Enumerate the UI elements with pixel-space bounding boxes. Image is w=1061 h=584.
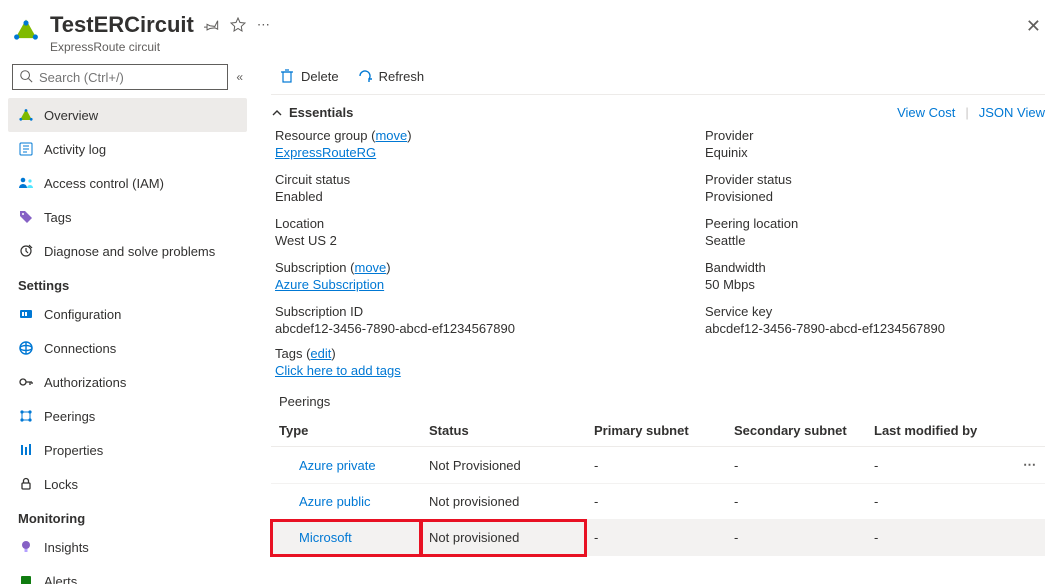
field-value: West US 2 [275, 233, 695, 248]
peerings-icon [18, 408, 34, 424]
search-input-wrapper[interactable] [12, 64, 228, 90]
locks-icon [18, 476, 34, 492]
alerts-icon [18, 573, 34, 584]
sidebar-item-configuration[interactable]: Configuration [8, 297, 247, 331]
search-icon [19, 69, 33, 86]
refresh-button[interactable]: Refresh [357, 68, 425, 84]
move-link[interactable]: move [375, 128, 407, 143]
expressroute-icon [12, 16, 40, 44]
page-subtitle: ExpressRoute circuit [50, 40, 272, 54]
table-row[interactable]: Azure public Not provisioned - - - [271, 484, 1045, 520]
peering-type-link[interactable]: Microsoft [279, 530, 352, 545]
field-label: Subscription (move) [275, 260, 695, 275]
field-label: Subscription ID [275, 304, 695, 319]
sidebar-item-label: Overview [44, 108, 98, 123]
col-type: Type [271, 415, 421, 447]
sidebar-item-label: Configuration [44, 307, 121, 322]
field-label: Bandwidth [705, 260, 1045, 275]
sidebar-item-label: Tags [44, 210, 71, 225]
field-label: Service key [705, 304, 1045, 319]
field-value: Equinix [705, 145, 1045, 160]
search-input[interactable] [39, 70, 221, 85]
view-cost-link[interactable]: View Cost [897, 105, 955, 120]
sidebar-item-label: Diagnose and solve problems [44, 244, 215, 259]
expressroute-small-icon [18, 107, 34, 123]
sidebar-item-alerts[interactable]: Alerts [8, 564, 247, 584]
essentials-toggle[interactable]: Essentials [271, 105, 353, 120]
sidebar-item-peerings[interactable]: Peerings [8, 399, 247, 433]
peering-type-link[interactable]: Azure private [279, 458, 376, 473]
star-icon[interactable] [230, 17, 246, 33]
sidebar-item-overview[interactable]: Overview [8, 98, 247, 132]
chevron-up-icon [271, 107, 283, 119]
sidebar-item-diagnose[interactable]: Diagnose and solve problems [8, 234, 247, 268]
sidebar-item-authorizations[interactable]: Authorizations [8, 365, 247, 399]
activity-log-icon [18, 141, 34, 157]
sidebar-item-properties[interactable]: Properties [8, 433, 247, 467]
table-row[interactable]: Azure private Not Provisioned - - - ⋯ [271, 447, 1045, 484]
peering-type-link[interactable]: Azure public [279, 494, 371, 509]
json-view-link[interactable]: JSON View [979, 105, 1045, 120]
subscription-link[interactable]: Azure Subscription [275, 277, 384, 292]
field-label: Resource group (move) [275, 128, 695, 143]
col-primary: Primary subnet [586, 415, 726, 447]
col-secondary: Secondary subnet [726, 415, 866, 447]
sidebar-item-connections[interactable]: Connections [8, 331, 247, 365]
diagnose-icon [18, 243, 34, 259]
sidebar-item-label: Properties [44, 443, 103, 458]
field-label: Provider [705, 128, 1045, 143]
table-row[interactable]: Microsoft Not provisioned - - - [271, 520, 1045, 556]
close-icon[interactable]: ✕ [1022, 12, 1045, 41]
sidebar-item-locks[interactable]: Locks [8, 467, 247, 501]
sidebar-item-label: Locks [44, 477, 78, 492]
authorizations-icon [18, 374, 34, 390]
sidebar-item-label: Alerts [44, 574, 77, 584]
insights-icon [18, 539, 34, 555]
page-title: TestERCircuit [50, 12, 194, 38]
field-value: Enabled [275, 189, 695, 204]
delete-button[interactable]: Delete [279, 68, 339, 84]
row-more-icon[interactable]: ⋯ [1015, 447, 1045, 484]
sidebar-item-label: Insights [44, 540, 89, 555]
tags-label: Tags (edit) [275, 346, 1045, 361]
peerings-table: Type Status Primary subnet Secondary sub… [271, 415, 1045, 556]
resource-group-link[interactable]: ExpressRouteRG [275, 145, 376, 160]
more-icon[interactable]: ⋯ [256, 17, 272, 33]
access-control-icon [18, 175, 34, 191]
sidebar-item-label: Access control (IAM) [44, 176, 164, 191]
col-lastmod: Last modified by [866, 415, 1015, 447]
sidebar-item-label: Peerings [44, 409, 95, 424]
field-value: 50 Mbps [705, 277, 1045, 292]
collapse-sidebar-icon[interactable]: « [236, 70, 243, 84]
field-value: abcdef12-3456-7890-abcd-ef1234567890 [705, 321, 1045, 336]
pin-icon[interactable] [204, 17, 220, 33]
connections-icon [18, 340, 34, 356]
sidebar-item-label: Authorizations [44, 375, 126, 390]
field-value: Seattle [705, 233, 1045, 248]
sidebar-section-settings: Settings [8, 268, 247, 297]
edit-tags-link[interactable]: edit [310, 346, 331, 361]
sidebar-item-access-control[interactable]: Access control (IAM) [8, 166, 247, 200]
field-label: Peering location [705, 216, 1045, 231]
sidebar-item-insights[interactable]: Insights [8, 530, 247, 564]
field-value: Provisioned [705, 189, 1045, 204]
field-label: Provider status [705, 172, 1045, 187]
sidebar-section-monitoring: Monitoring [8, 501, 247, 530]
sidebar-item-tags[interactable]: Tags [8, 200, 247, 234]
sidebar-item-label: Activity log [44, 142, 106, 157]
properties-icon [18, 442, 34, 458]
peerings-heading: Peerings [271, 378, 1045, 415]
field-label: Circuit status [275, 172, 695, 187]
field-value: abcdef12-3456-7890-abcd-ef1234567890 [275, 321, 695, 336]
sidebar-item-activity-log[interactable]: Activity log [8, 132, 247, 166]
col-status: Status [421, 415, 586, 447]
add-tags-link[interactable]: Click here to add tags [275, 363, 401, 378]
tags-icon [18, 209, 34, 225]
move-link[interactable]: move [355, 260, 387, 275]
sidebar-item-label: Connections [44, 341, 116, 356]
field-label: Location [275, 216, 695, 231]
configuration-icon [18, 306, 34, 322]
